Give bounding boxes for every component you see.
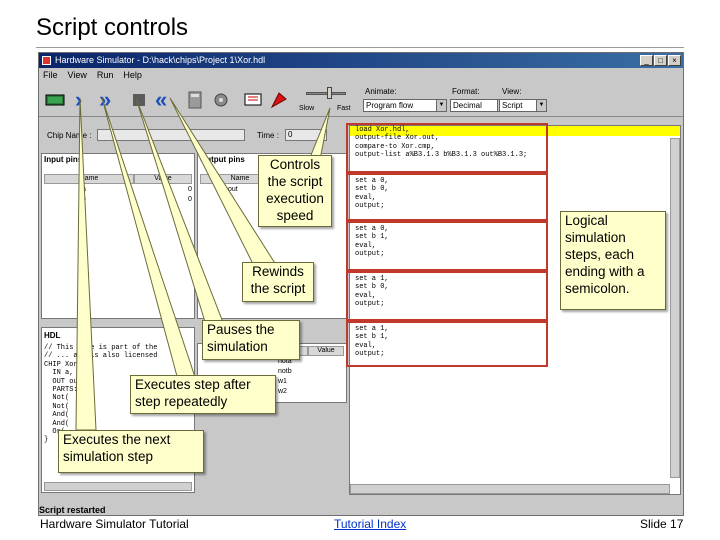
pointer-pause [135, 97, 225, 326]
callout-pause: Pauses the simulation [202, 320, 300, 360]
footer-title: Hardware Simulator Tutorial [40, 517, 189, 531]
callout-speed: Controls the script execution speed [258, 155, 332, 227]
callout-logical-steps: Logical simulation steps, each ending wi… [560, 211, 666, 310]
tutorial-index-link[interactable]: Tutorial Index [334, 517, 406, 531]
callout-rewind: Rewinds the script [242, 262, 314, 302]
callout-step-repeat: Executes step after step repeatedly [130, 375, 276, 414]
callout-step-single: Executes the next simulation step [58, 430, 204, 473]
pointer-step-single [75, 97, 97, 431]
slide-number: Slide 17 [640, 517, 684, 531]
